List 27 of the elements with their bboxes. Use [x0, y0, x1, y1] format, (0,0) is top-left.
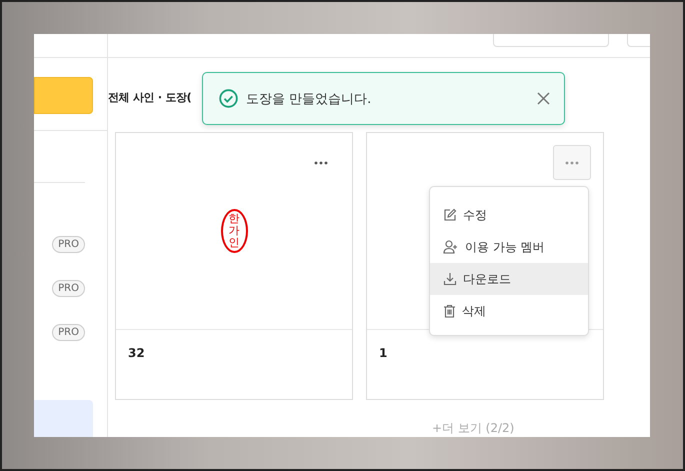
toast-message: 도장을 만들었습니다. [246, 90, 372, 108]
stamp-name: 32 [127, 345, 146, 362]
sidebar-item[interactable] [34, 400, 93, 437]
menu-item[interactable]: 수정 [430, 199, 588, 231]
download-icon [443, 272, 457, 286]
header-button[interactable] [493, 34, 609, 47]
menu-item[interactable]: 삭제 [430, 295, 588, 327]
close-button[interactable] [537, 92, 550, 105]
create-button[interactable] [34, 77, 93, 114]
stamp-card[interactable]: 1 수정 이용 가능 멤버 다운로드 삭제 [366, 132, 604, 400]
stamp-seal: 한가인 [220, 209, 248, 253]
ellipsis-icon [314, 160, 328, 164]
trash-icon [443, 304, 456, 318]
ellipsis-icon [565, 160, 579, 164]
pro-badge: PRO [52, 324, 85, 341]
check-circle-icon [219, 89, 238, 108]
section-heading: 전체 사인 · 도장( [108, 90, 192, 105]
stamp-name: 1 [378, 345, 388, 362]
pro-badge: PRO [52, 236, 85, 253]
pro-badge: PRO [52, 280, 85, 297]
pencil-icon [443, 208, 457, 222]
more-button[interactable] [553, 145, 591, 180]
header-button[interactable] [627, 34, 650, 47]
add-person-icon [443, 240, 459, 254]
menu-item[interactable]: 다운로드 [430, 263, 588, 295]
menu-item[interactable]: 이용 가능 멤버 [430, 231, 588, 263]
stamp-card[interactable]: 한가인 32 [115, 132, 353, 400]
